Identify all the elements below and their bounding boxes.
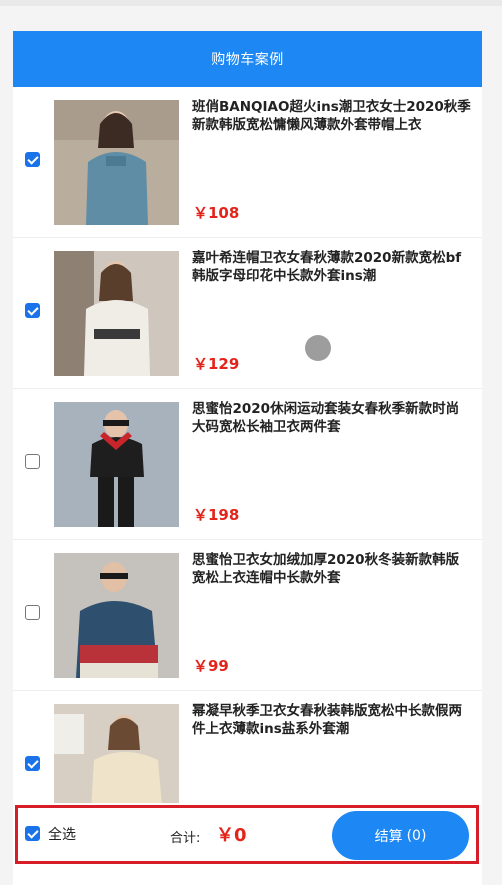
item-checkbox[interactable] [25, 454, 40, 469]
item-checkbox[interactable] [25, 756, 40, 771]
product-image [54, 402, 179, 527]
cart-item: 嘉叶希连帽卫衣女春秋薄款2020新款宽松bf韩版字母印花中长款外套ins潮 ￥1… [13, 238, 482, 389]
cart-app: 购物车案例 班俏BANQIAO超火ins潮卫衣女士2020秋季新款韩版宽松慵懒风… [13, 31, 482, 885]
checkout-button[interactable]: 结算 (0) [332, 811, 469, 860]
item-title[interactable]: 班俏BANQIAO超火ins潮卫衣女士2020秋季新款韩版宽松慵懒风薄款外套带帽… [192, 98, 472, 134]
item-title[interactable]: 思蜜怡2020休闲运动套装女春秋季新款时尚大码宽松长袖卫衣两件套 [192, 400, 472, 436]
product-image [54, 704, 179, 803]
item-title[interactable]: 嘉叶希连帽卫衣女春秋薄款2020新款宽松bf韩版字母印花中长款外套ins潮 [192, 249, 472, 285]
cart-item: 思蜜怡2020休闲运动套装女春秋季新款时尚大码宽松长袖卫衣两件套 ￥198 [13, 389, 482, 540]
cart-item: 班俏BANQIAO超火ins潮卫衣女士2020秋季新款韩版宽松慵懒风薄款外套带帽… [13, 87, 482, 238]
item-checkbox[interactable] [25, 152, 40, 167]
total-label: 合计: [170, 831, 201, 846]
item-price: ￥129 [193, 355, 240, 373]
item-title[interactable]: 幂凝早秋季卫衣女春秋装韩版宽松中长款假两件上衣薄款ins盐系外套潮 [192, 702, 472, 738]
item-title[interactable]: 思蜜怡卫衣女加绒加厚2020秋冬装新款韩版宽松上衣连帽中长款外套 [192, 551, 472, 587]
product-image [54, 251, 179, 376]
select-all-checkbox[interactable] [25, 826, 40, 841]
cursor-blob [305, 335, 331, 361]
page-title: 购物车案例 [211, 52, 284, 68]
item-price: ￥108 [193, 204, 240, 222]
product-image [54, 553, 179, 678]
cart-list[interactable]: 班俏BANQIAO超火ins潮卫衣女士2020秋季新款韩版宽松慵懒风薄款外套带帽… [13, 87, 482, 803]
item-checkbox[interactable] [25, 605, 40, 620]
item-price: ￥198 [193, 506, 240, 524]
total-amount: ￥0 [216, 825, 247, 846]
item-checkbox[interactable] [25, 303, 40, 318]
top-strip [0, 0, 502, 6]
product-image [54, 100, 179, 225]
page-header: 购物车案例 [13, 31, 482, 87]
cart-item: 思蜜怡卫衣女加绒加厚2020秋冬装新款韩版宽松上衣连帽中长款外套 ￥99 [13, 540, 482, 691]
cart-footer: 全选 合计: ￥0 结算 (0) [13, 803, 482, 866]
item-price: ￥99 [193, 657, 229, 675]
select-all-label[interactable]: 全选 [48, 824, 76, 844]
checkout-count: (0) [406, 827, 427, 844]
checkout-label: 结算 [374, 828, 403, 845]
cart-item: 幂凝早秋季卫衣女春秋装韩版宽松中长款假两件上衣薄款ins盐系外套潮 [13, 691, 482, 803]
